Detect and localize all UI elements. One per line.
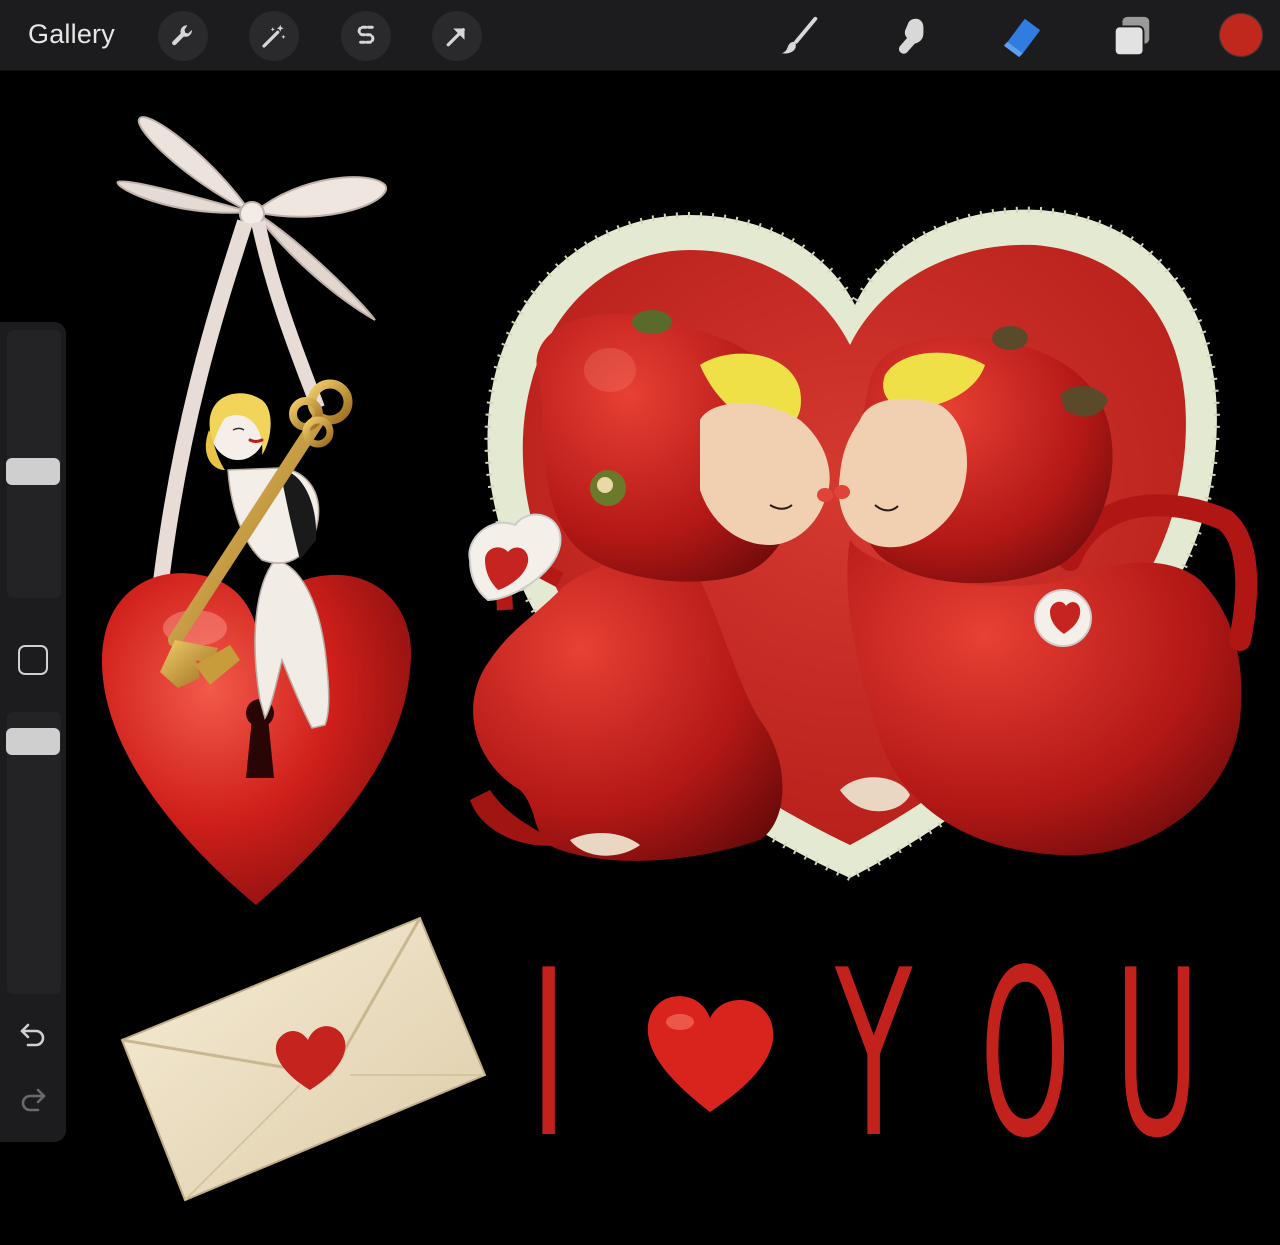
layers-icon <box>1113 16 1150 57</box>
lettering-i-love-you <box>647 996 774 1112</box>
letter-o: O <box>980 922 1071 1189</box>
opacity-thumb[interactable] <box>6 728 60 755</box>
undo-button[interactable] <box>16 1017 50 1051</box>
gallery-button[interactable]: Gallery <box>28 16 115 52</box>
smudge-button[interactable] <box>886 12 934 60</box>
wrench-icon <box>172 25 192 46</box>
drawing-canvas[interactable]: I Y O U <box>0 71 1280 1245</box>
opacity-slider[interactable] <box>6 712 61 994</box>
brush-icon <box>781 16 818 54</box>
adjustments-button[interactable] <box>249 11 299 61</box>
brush-size-thumb[interactable] <box>6 458 60 485</box>
letter-y: Y <box>835 922 913 1189</box>
letter-u: U <box>1115 922 1200 1189</box>
transform-button[interactable] <box>432 11 482 61</box>
brush-size-slider[interactable] <box>6 330 61 598</box>
modify-button[interactable] <box>18 645 48 675</box>
color-picker-button[interactable] <box>1219 13 1263 57</box>
undo-arrow-icon <box>20 1023 45 1047</box>
magic-wand-icon <box>262 24 286 48</box>
redo-button[interactable] <box>16 1082 50 1116</box>
artwork <box>101 116 1258 1202</box>
layers-button[interactable] <box>1108 12 1156 60</box>
eraser-button[interactable] <box>997 12 1045 60</box>
smudge-finger-icon <box>898 18 924 54</box>
actions-button[interactable] <box>158 11 208 61</box>
redo-arrow-icon <box>21 1088 46 1112</box>
selection-button[interactable] <box>341 11 391 61</box>
brush-button[interactable] <box>776 12 824 60</box>
eraser-icon <box>1003 18 1041 58</box>
left-sidebar <box>0 322 66 1142</box>
arrow-cursor-icon <box>446 28 465 47</box>
love-letter-envelope <box>120 916 487 1202</box>
letter-i: I <box>530 922 568 1189</box>
selection-s-icon <box>357 25 375 44</box>
top-toolbar: Gallery <box>0 0 1280 71</box>
